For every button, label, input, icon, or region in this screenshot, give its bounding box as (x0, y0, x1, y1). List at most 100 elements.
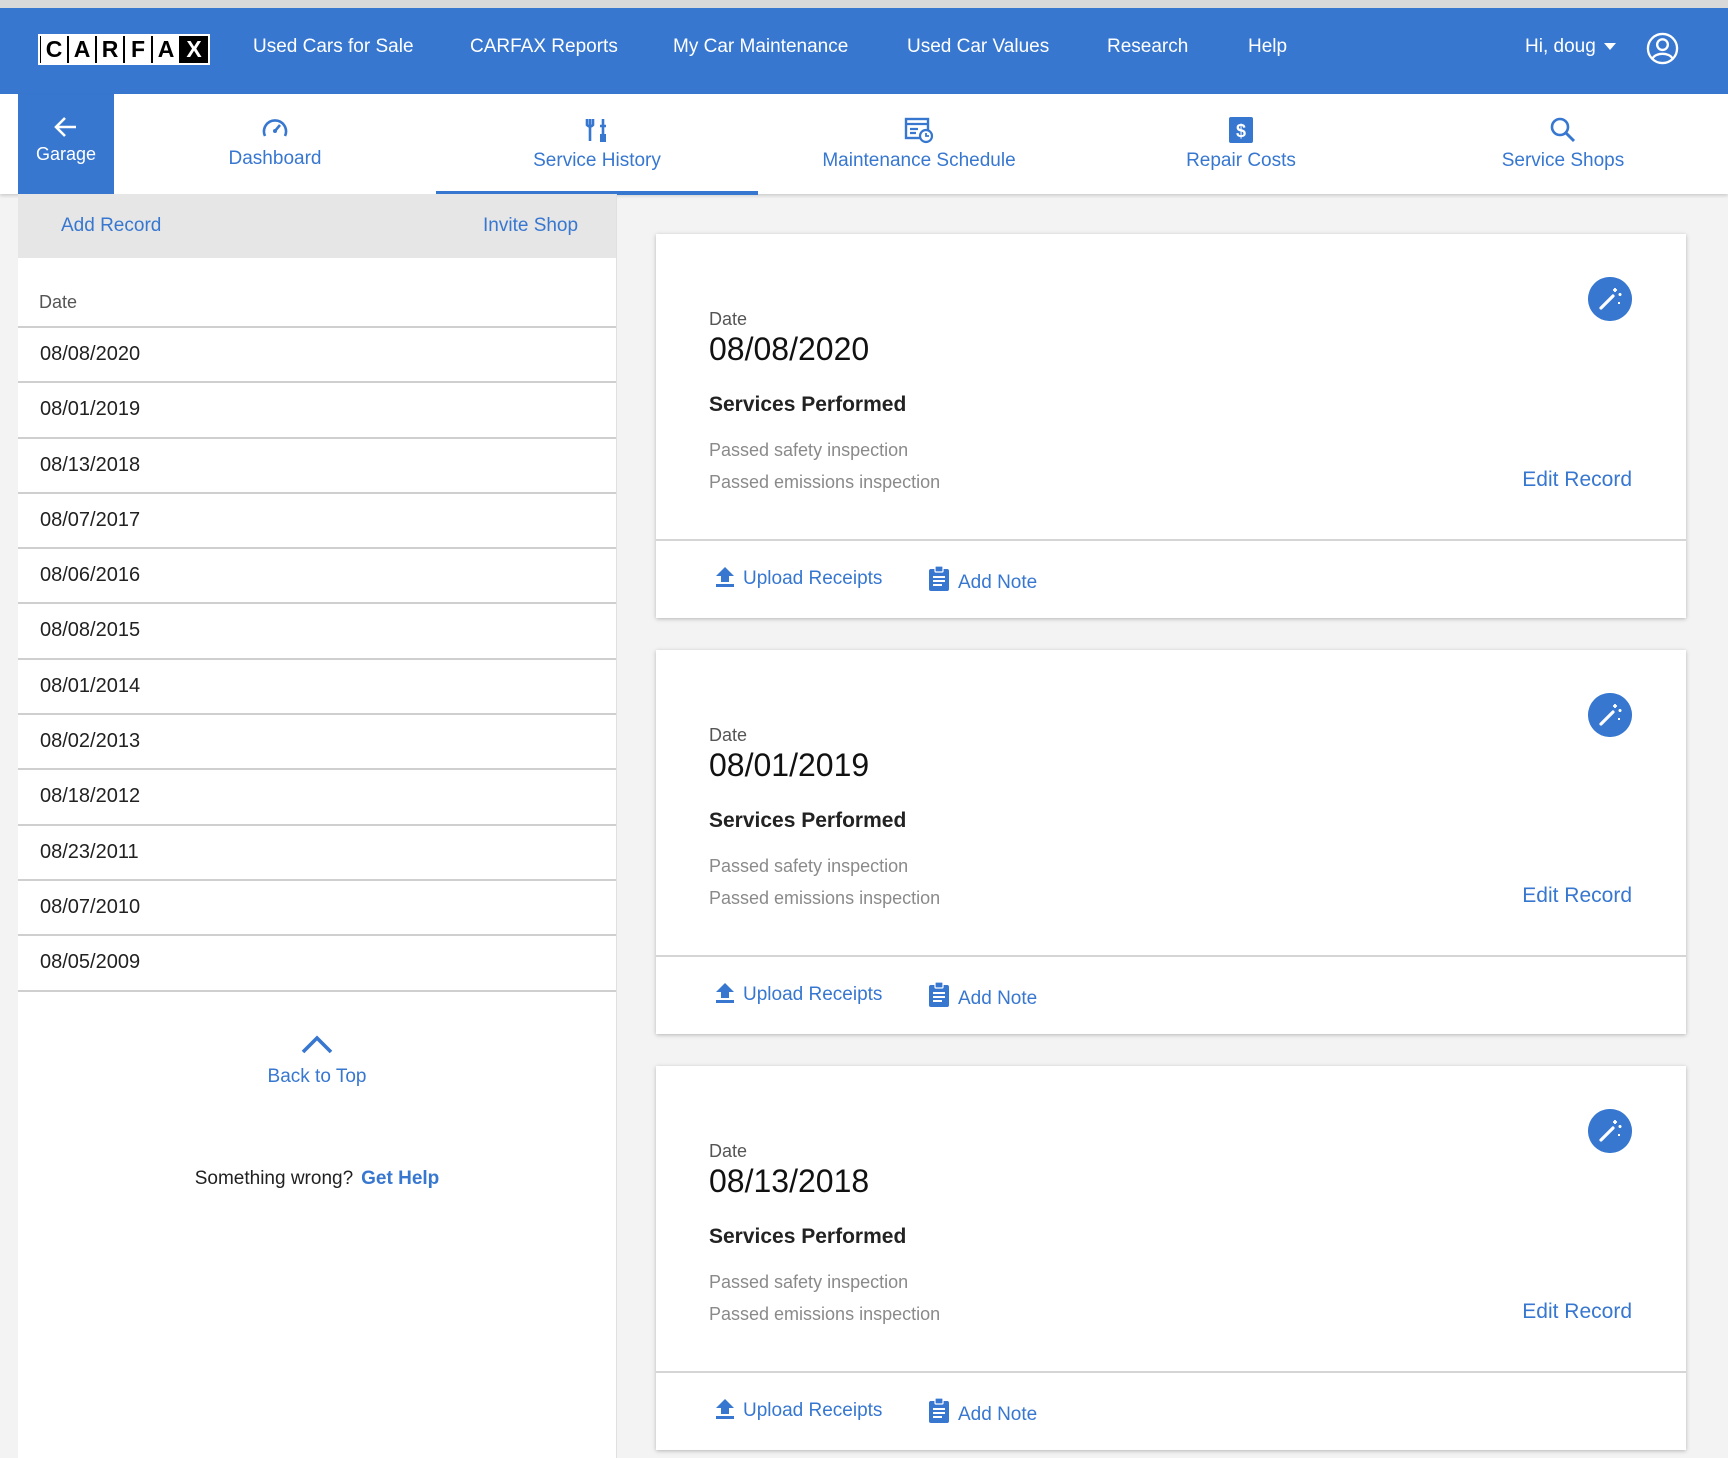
tab-service-shops[interactable]: Service Shops (1402, 94, 1724, 194)
garage-label: Garage (35, 144, 97, 164)
date-list-item[interactable]: 08/01/2014 (18, 660, 616, 716)
record-date: 08/08/2020 (709, 331, 870, 367)
card-divider (656, 955, 1686, 957)
upload-icon (716, 567, 734, 587)
add-note-button[interactable]: Add Note (928, 565, 1038, 594)
add-record-link[interactable]: Add Record (61, 215, 161, 237)
upload-receipts-button[interactable]: Upload Receipts (715, 1398, 882, 1422)
tab-label: Service History (533, 150, 661, 171)
card-divider (656, 1371, 1686, 1373)
service-record-card: Date 08/01/2019 Services Performed Passe… (656, 650, 1686, 1034)
nav-used-car-values[interactable]: Used Car Values (907, 36, 1049, 58)
invite-shop-link[interactable]: Invite Shop (483, 215, 578, 237)
logo-letter: C (41, 36, 67, 63)
nav-used-cars[interactable]: Used Cars for Sale (253, 36, 414, 58)
tab-dashboard[interactable]: Dashboard (114, 94, 436, 194)
date-list-item[interactable]: 08/23/2011 (18, 826, 616, 881)
help-prompt: Something wrong? Get Help (18, 1168, 616, 1190)
nav-research[interactable]: Research (1107, 36, 1188, 58)
magic-wand-icon[interactable] (1588, 277, 1632, 321)
arrow-left-icon (54, 117, 76, 137)
get-help-link[interactable]: Get Help (361, 1168, 439, 1189)
record-date: 08/13/2018 (709, 1163, 870, 1199)
date-list-item[interactable]: 08/18/2012 (18, 770, 616, 826)
date-list: 08/08/2020 08/01/2019 08/13/2018 08/07/2… (18, 328, 616, 992)
service-item: Passed safety inspection (709, 856, 909, 876)
tab-label: Maintenance Schedule (822, 150, 1016, 171)
top-bar: C A R F A X Used Cars for Sale CARFAX Re… (0, 0, 1728, 94)
user-menu[interactable]: Hi, doug (1525, 36, 1616, 58)
tab-maintenance-schedule[interactable]: Maintenance Schedule (758, 94, 1080, 194)
tab-label: Service Shops (1501, 150, 1625, 171)
logo-letter: A (69, 36, 95, 63)
date-list-item[interactable]: 08/07/2010 (18, 881, 616, 937)
card-divider (656, 539, 1686, 541)
date-list-item[interactable]: 08/05/2009 (18, 936, 616, 992)
service-item: Passed emissions inspection (709, 1304, 941, 1324)
svg-text:$: $ (1236, 121, 1246, 141)
upload-label: Upload Receipts (743, 1400, 883, 1421)
service-item: Passed emissions inspection (709, 472, 941, 492)
clipboard-icon (929, 981, 949, 1007)
date-list-item[interactable]: 08/07/2017 (18, 494, 616, 550)
garage-button[interactable]: Garage (18, 94, 114, 194)
services-heading: Services Performed (709, 1225, 907, 1248)
calendar-clock-icon (904, 117, 934, 144)
record-date-label: Date (709, 309, 748, 329)
magic-wand-icon[interactable] (1588, 693, 1632, 737)
date-column-header: Date (18, 258, 616, 328)
upload-receipts-button[interactable]: Upload Receipts (715, 566, 882, 590)
tab-label: Dashboard (228, 148, 322, 169)
date-list-item[interactable]: 08/06/2016 (18, 549, 616, 605)
tab-repair-costs[interactable]: $ Repair Costs (1080, 94, 1402, 194)
dollar-icon: $ (1229, 117, 1253, 143)
services-heading: Services Performed (709, 809, 907, 832)
date-column-label: Date (39, 292, 78, 312)
record-date-label: Date (709, 725, 748, 745)
services-heading: Services Performed (709, 393, 907, 416)
edit-record-link[interactable]: Edit Record (1522, 1300, 1632, 1324)
date-list-item[interactable]: 08/08/2020 (18, 328, 616, 384)
sub-nav: Garage Dashboard Service History Mainten… (0, 94, 1728, 195)
tab-service-history[interactable]: Service History (436, 94, 758, 195)
service-record-card: Date 08/08/2020 Services Performed Passe… (656, 234, 1686, 618)
logo-letter: X (181, 36, 207, 63)
nav-car-maintenance[interactable]: My Car Maintenance (673, 36, 848, 58)
speedometer-icon (262, 119, 288, 137)
upload-receipts-button[interactable]: Upload Receipts (715, 982, 882, 1006)
tools-icon (585, 119, 606, 142)
chevron-up-icon (301, 1035, 333, 1054)
logo-letter: R (97, 36, 123, 63)
edit-record-link[interactable]: Edit Record (1522, 884, 1632, 908)
add-note-label: Add Note (958, 988, 1038, 1009)
add-note-label: Add Note (958, 1404, 1038, 1425)
add-note-button[interactable]: Add Note (928, 981, 1038, 1010)
edit-record-link[interactable]: Edit Record (1522, 468, 1632, 492)
add-note-label: Add Note (958, 572, 1038, 593)
date-list-item[interactable]: 08/13/2018 (18, 439, 616, 494)
service-item: Passed emissions inspection (709, 888, 941, 908)
search-icon (1550, 117, 1576, 143)
magic-wand-icon[interactable] (1588, 1109, 1632, 1153)
record-date: 08/01/2019 (709, 747, 870, 783)
nav-help[interactable]: Help (1248, 36, 1287, 58)
service-item: Passed safety inspection (709, 1272, 909, 1292)
logo-letter: F (125, 36, 151, 63)
carfax-logo[interactable]: C A R F A X (38, 34, 210, 65)
clipboard-icon (929, 565, 949, 591)
add-note-button[interactable]: Add Note (928, 1397, 1038, 1426)
logo-letter: A (153, 36, 179, 63)
date-list-panel: Add Record Invite Shop Date 08/08/2020 0… (18, 194, 617, 1458)
upload-icon (716, 983, 734, 1003)
upload-icon (716, 1399, 734, 1419)
back-to-top-button[interactable]: Back to Top (18, 1034, 616, 1088)
date-list-item[interactable]: 08/08/2015 (18, 604, 616, 660)
date-list-item[interactable]: 08/02/2013 (18, 715, 616, 771)
date-list-item[interactable]: 08/01/2019 (18, 383, 616, 439)
service-record-card: Date 08/13/2018 Services Performed Passe… (656, 1066, 1686, 1450)
nav-carfax-reports[interactable]: CARFAX Reports (470, 36, 618, 58)
account-icon[interactable] (1646, 32, 1679, 65)
upload-label: Upload Receipts (743, 984, 883, 1005)
tab-label: Repair Costs (1186, 150, 1296, 171)
service-item: Passed safety inspection (709, 440, 909, 460)
